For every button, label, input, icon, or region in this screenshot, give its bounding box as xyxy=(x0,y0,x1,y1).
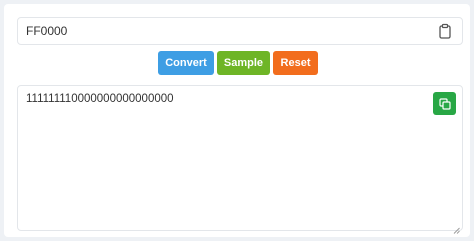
binary-output-text: 111111110000000000000000 xyxy=(26,93,174,105)
copy-icon xyxy=(438,97,451,110)
hex-input-field[interactable] xyxy=(17,17,463,45)
reset-button[interactable]: Reset xyxy=(273,51,318,75)
copy-button[interactable] xyxy=(433,92,456,115)
resize-handle-icon[interactable] xyxy=(453,221,460,234)
converter-card: Convert Sample Reset 1111111100000000000… xyxy=(4,4,470,237)
action-buttons: Convert Sample Reset xyxy=(4,51,470,75)
convert-button[interactable]: Convert xyxy=(158,51,214,75)
binary-output-area[interactable]: 111111110000000000000000 xyxy=(17,85,463,234)
sample-button[interactable]: Sample xyxy=(217,51,270,75)
clipboard-icon[interactable] xyxy=(437,23,453,39)
hex-input[interactable] xyxy=(26,18,426,44)
